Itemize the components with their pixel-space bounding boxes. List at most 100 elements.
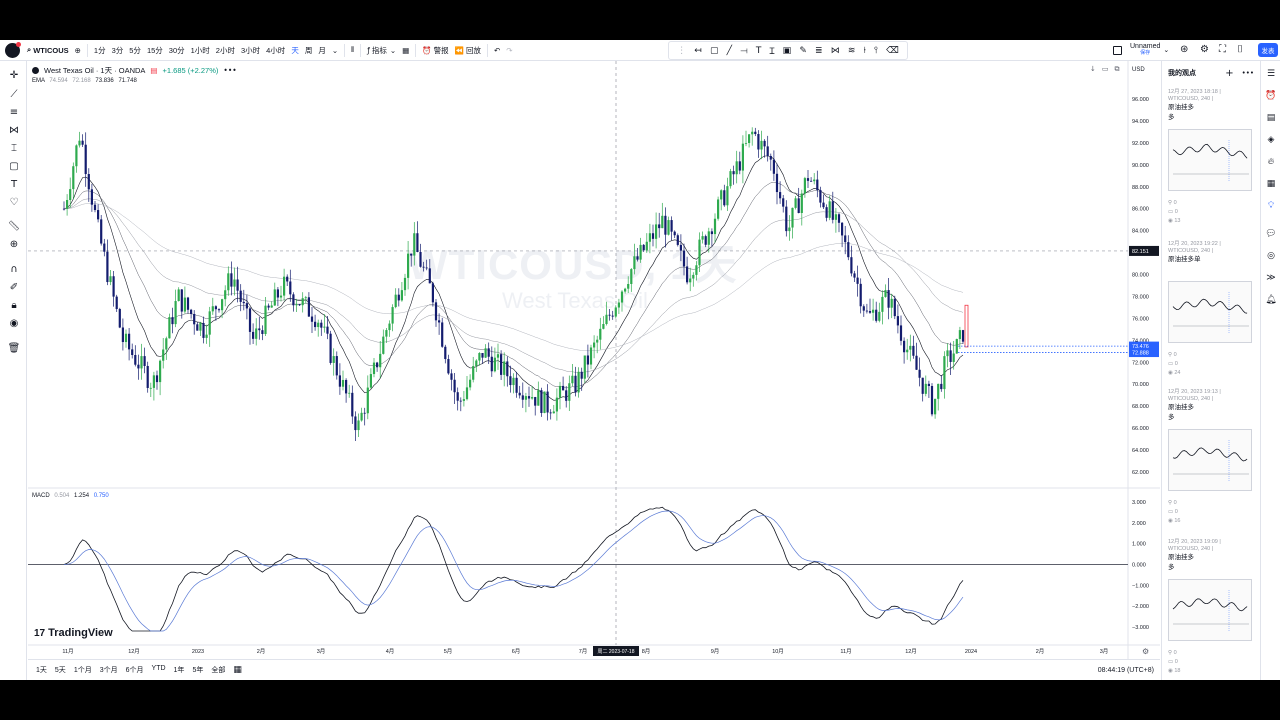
fullscreen-icon[interactable]: ⛶	[1219, 44, 1226, 55]
note-icon[interactable]: ▣	[783, 46, 792, 56]
interval-dropdown[interactable]: ⌄	[329, 40, 341, 61]
compare-button[interactable]: ⊕	[72, 40, 84, 61]
axis-settings-icon[interactable]: ⚙	[1142, 647, 1149, 656]
range-button[interactable]: 1天	[32, 665, 51, 675]
range-button[interactable]: 1个月	[70, 665, 96, 675]
range-button[interactable]: 全部	[207, 665, 229, 675]
fib-icon[interactable]: ≋	[848, 46, 856, 56]
interval-4[interactable]: 30分	[166, 40, 188, 61]
calendar-icon[interactable]: ▦	[233, 665, 242, 675]
idea-card[interactable]: 12月 27, 2023 18:18 | WTICOUSD, 240 | 原油挂多多…	[1168, 89, 1256, 239]
interval-2[interactable]: 5分	[126, 40, 144, 61]
publish-button[interactable]: 发表	[1258, 43, 1278, 57]
replay-button[interactable]: ⏪ 回放	[452, 40, 484, 61]
interval-11[interactable]: 月	[315, 40, 329, 61]
trend-line-icon[interactable]: ╱	[727, 46, 732, 56]
streams-icon[interactable]: ◎	[1265, 251, 1277, 261]
object-tree-icon[interactable]: ▤	[1265, 113, 1277, 123]
tradingview-logo[interactable]: 17 TradingView	[34, 627, 113, 639]
trend-line-tool-icon[interactable]: ⟋	[7, 89, 21, 100]
more-dots-icon[interactable]: •••	[223, 66, 236, 75]
alert-button[interactable]: ⏰ 警报	[419, 40, 451, 61]
legend-title[interactable]: West Texas Oil · 1天 · OANDA	[44, 65, 145, 76]
broadcast-icon[interactable]: ≫	[1265, 273, 1277, 283]
layout-menu[interactable]: Unnamed 保存 ⌄	[1113, 43, 1169, 57]
brush-icon[interactable]: ✎	[799, 46, 807, 56]
pattern-tool-icon[interactable]: ⋈	[7, 125, 21, 136]
lines-icon[interactable]: ≣	[815, 46, 823, 56]
clock[interactable]: 08:44:19 (UTC+8)	[1098, 667, 1154, 674]
horizontal-ray-icon[interactable]: ⟞	[740, 46, 747, 56]
horizontal-lines-icon[interactable]: ≡	[7, 107, 21, 118]
idea-thumbnail[interactable]	[1168, 579, 1252, 641]
range-button[interactable]: 5天	[51, 665, 70, 675]
interval-7[interactable]: 3小时	[238, 40, 263, 61]
undo-button[interactable]: ↶	[491, 40, 503, 61]
range-button[interactable]: 3个月	[96, 665, 122, 675]
settings-gear-icon[interactable]: ⚙	[1200, 44, 1209, 55]
idea-thumbnail[interactable]	[1168, 129, 1252, 191]
interval-1[interactable]: 3分	[109, 40, 127, 61]
ema-legend[interactable]: EMA 74.594 72.168 73.836 71.748	[32, 78, 137, 84]
interval-10[interactable]: 周	[302, 40, 316, 61]
flag-icon[interactable]: ▤	[150, 66, 157, 75]
idea-thumbnail[interactable]	[1168, 281, 1252, 343]
templates-button[interactable]: ▦	[399, 40, 412, 61]
interval-8[interactable]: 4小时	[263, 40, 288, 61]
price-axis[interactable]: 96.000 94.000 92.000 90.000 88.000 86.000 84.0…	[1129, 97, 1159, 476]
pin-icon[interactable]: ⍿	[864, 46, 866, 56]
macd-legend[interactable]: MACD 0.504 1.254 0.750	[32, 493, 109, 499]
user-avatar[interactable]	[5, 41, 21, 58]
eraser-icon[interactable]: ⌫	[886, 46, 899, 56]
camera-icon[interactable]: ⌷	[1237, 44, 1243, 55]
pencil-lock-icon[interactable]: ✐	[7, 282, 21, 293]
pattern-icon[interactable]: ⋈	[831, 46, 840, 56]
idea-thumbnail[interactable]	[1168, 429, 1252, 491]
drag-handle-icon[interactable]: ⋮	[677, 46, 686, 56]
range-button[interactable]: YTD	[148, 665, 170, 675]
time-axis[interactable]: 11月 12月 2023 2月 3月 4月 5月 6月 7月 8月 9月 10月 11月 12月 2024 2…	[62, 646, 1149, 656]
redo-button[interactable]: ↷	[503, 40, 515, 61]
arrow-down-icon[interactable]: ↓	[1090, 65, 1096, 74]
chart-area[interactable]: WTICOUSD, 1天 West Texas Oil 96.000 94.000…	[28, 61, 1160, 659]
interval-5[interactable]: 1小时	[188, 40, 213, 61]
interval-3[interactable]: 15分	[144, 40, 166, 61]
zoom-in-icon[interactable]: ⊕	[7, 239, 21, 250]
restore-icon[interactable]: ⧉	[1115, 65, 1120, 74]
scale-icon[interactable]: ▭	[1102, 65, 1109, 74]
interval-9[interactable]: 天	[288, 40, 302, 61]
text-cursor-icon[interactable]: Ɪ	[769, 44, 774, 57]
rectangle-icon[interactable]: ▢	[710, 46, 719, 56]
chat-icon[interactable]: 💬︎	[1265, 229, 1277, 239]
ruler-icon[interactable]: 📏︎	[7, 221, 21, 232]
idea-card[interactable]: 12月 20, 2023 19:22 | WTICOUSD, 240 | 原油挂多单…	[1168, 241, 1256, 391]
idea-card[interactable]: 12月 20, 2023 19:09 | WTICOUSD, 240 | 原油挂多多…	[1168, 539, 1256, 680]
text-tool-icon[interactable]: T	[7, 179, 21, 190]
layers-icon[interactable]: ◈	[1265, 135, 1277, 145]
range-button[interactable]: 1年	[170, 665, 189, 675]
heart-icon[interactable]: ♡	[7, 197, 21, 208]
interval-6[interactable]: 2小时	[213, 40, 238, 61]
idea-card[interactable]: 12月 20, 2023 19:13 | WTICOUSD, 240 | 原油挂多多…	[1168, 389, 1256, 539]
chart-type-button[interactable]: ⫴	[348, 40, 357, 61]
symbol-search[interactable]: ⌕ WTICOUS	[24, 40, 72, 61]
ideas-bulb-icon[interactable]: 💡︎	[1265, 201, 1277, 211]
measure-icon[interactable]: ⌶	[7, 143, 21, 154]
shapes-icon[interactable]: ▢	[7, 161, 21, 172]
eye-icon[interactable]: ◉	[7, 318, 21, 329]
notifications-icon[interactable]: 🔔︎	[1265, 295, 1277, 305]
range-button[interactable]: 5年	[188, 665, 207, 675]
trash-icon[interactable]: 🗑︎	[7, 343, 21, 354]
magnet-icon[interactable]: ∩	[7, 264, 21, 275]
quick-search-icon[interactable]: ⊛	[1180, 44, 1188, 55]
calendar-icon[interactable]: ▦	[1265, 179, 1277, 189]
hotlist-icon[interactable]: 🔥︎	[1265, 157, 1277, 167]
price-chart[interactable]: 96.000 94.000 92.000 90.000 88.000 86.000 84.0…	[28, 61, 1160, 659]
lock-icon[interactable]: 🔒︎	[7, 300, 21, 311]
watchlist-icon[interactable]: ☰	[1265, 69, 1277, 79]
more-dots-icon[interactable]: •••	[1242, 69, 1254, 77]
crosshair-icon[interactable]: ✛	[7, 70, 21, 81]
add-icon[interactable]: +	[1225, 68, 1233, 79]
alerts-clock-icon[interactable]: ⏰	[1265, 91, 1277, 101]
candle-icon[interactable]: ⫯	[874, 46, 878, 56]
